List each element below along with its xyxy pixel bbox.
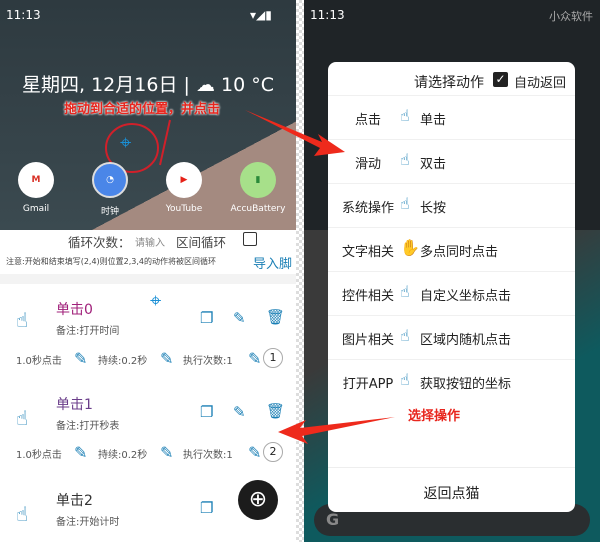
annotation-arrows (245, 110, 395, 444)
red-arrow-left (278, 417, 395, 444)
red-arrow-right (245, 110, 345, 156)
